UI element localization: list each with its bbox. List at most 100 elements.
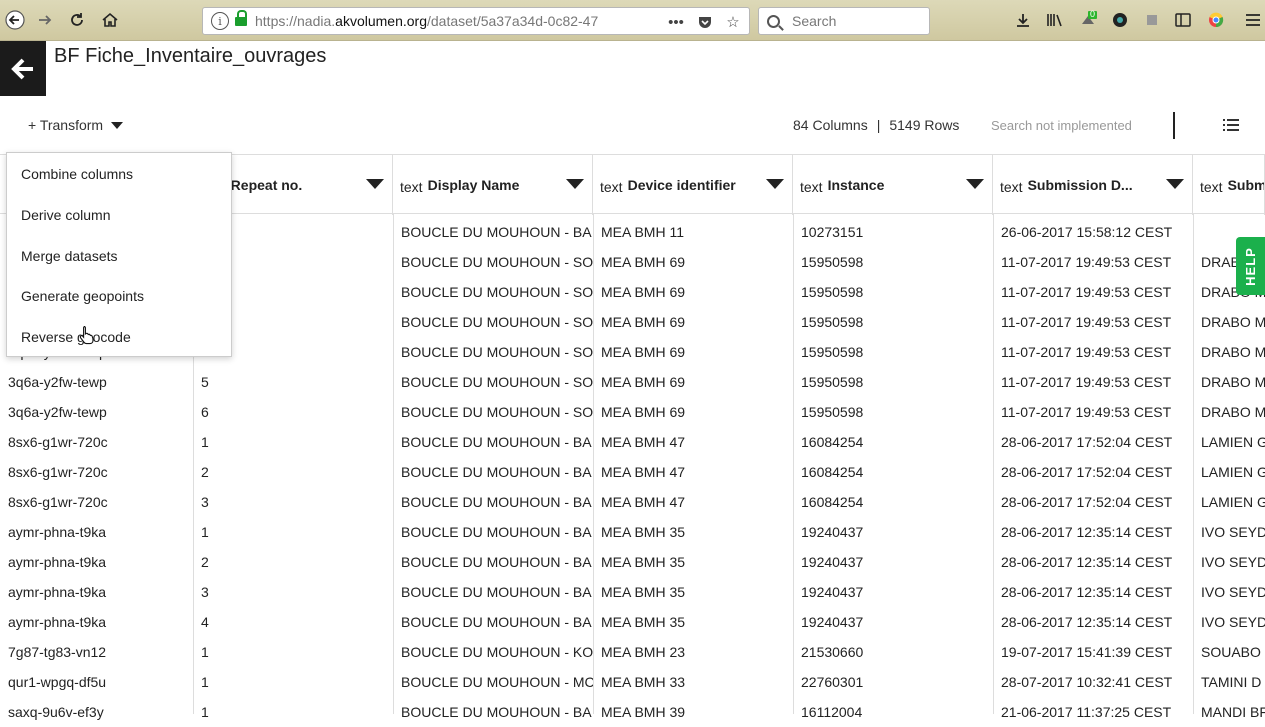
- column-header-instance[interactable]: text Instance: [793, 155, 993, 215]
- column-name: Submission D...: [1027, 177, 1133, 193]
- cell-tag: saxq-9u6v-ef3y: [8, 704, 104, 720]
- table-search-input[interactable]: Search not implemented: [991, 118, 1131, 133]
- cell-submitter: LAMIEN G: [1201, 464, 1265, 480]
- help-button[interactable]: HELP: [1236, 237, 1265, 295]
- column-menu-icon[interactable]: [366, 179, 384, 189]
- cell-repeat-no: 1: [201, 674, 209, 690]
- sidebar-icon[interactable]: [1173, 10, 1193, 30]
- forward-arrow-icon[interactable]: [32, 7, 58, 33]
- cell-device-identifier: MEA BMH 23: [601, 644, 686, 660]
- menu-item-combine-columns[interactable]: Combine columns: [21, 166, 133, 182]
- table-row: 8sx6-g1wr-720c 1 BOUCLE DU MOUHOUN - BA MEA…: [0, 427, 1265, 457]
- cell-display-name: BOUCLE DU MOUHOUN - SO: [401, 374, 593, 390]
- rows-count: 5149 Rows: [889, 117, 960, 133]
- arrow-left-icon: [11, 58, 33, 79]
- back-button[interactable]: [0, 41, 46, 96]
- cell-submitter: IVO SEYD: [1201, 524, 1265, 540]
- cell-instance: 16084254: [801, 434, 864, 450]
- cell-tag: 8sx6-g1wr-720c: [8, 494, 108, 510]
- address-bar[interactable]: i https://nadia.akvolumen.org/dataset/5a…: [202, 7, 750, 35]
- cell-display-name: BOUCLE DU MOUHOUN - BA: [401, 614, 592, 630]
- menu-item-merge-datasets[interactable]: Merge datasets: [21, 248, 118, 264]
- cell-submission-date: 28-06-2017 12:35:14 CEST: [1001, 614, 1173, 630]
- column-name: Display Name: [427, 177, 520, 193]
- reload-icon[interactable]: [64, 7, 90, 33]
- camera-extension-icon[interactable]: [1110, 10, 1130, 30]
- column-header-display-name[interactable]: text Display Name: [393, 155, 593, 215]
- column-menu-icon[interactable]: [766, 179, 784, 189]
- search-icon: [767, 14, 780, 28]
- cell-device-identifier: MEA BMH 35: [601, 614, 686, 630]
- cell-tag: aymr-phna-t9ka: [8, 614, 107, 630]
- list-view-icon[interactable]: [1223, 119, 1239, 132]
- column-menu-icon[interactable]: [566, 179, 584, 189]
- column-header-submission-date[interactable]: text Submission D...: [993, 155, 1193, 215]
- crop-extension-icon[interactable]: [1142, 10, 1162, 30]
- table-row: saxq-9u6v-ef3y 1 BOUCLE DU MOUHOUN - BA MEA…: [0, 697, 1265, 727]
- chrome-extension-icon[interactable]: [1206, 10, 1226, 30]
- cell-tag: aymr-phna-t9ka: [8, 554, 107, 570]
- bookmark-star-icon[interactable]: ☆: [722, 11, 744, 33]
- cell-device-identifier: MEA BMH 69: [601, 374, 686, 390]
- transform-menu: Combine columns Derive column Merge data…: [6, 152, 232, 357]
- transform-button[interactable]: + Transform: [28, 117, 124, 133]
- cell-instance: 19240437: [801, 614, 864, 630]
- cell-instance: 22760301: [801, 674, 864, 690]
- library-icon[interactable]: [1045, 10, 1065, 30]
- cell-submission-date: 19-07-2017 15:41:39 CEST: [1001, 644, 1173, 660]
- column-name: Subm: [1227, 177, 1264, 193]
- cell-device-identifier: MEA BMH 11: [601, 224, 684, 240]
- column-name: Instance: [827, 177, 885, 193]
- column-name: Device identifier: [627, 177, 736, 193]
- browser-search-input[interactable]: Search: [758, 7, 930, 35]
- cell-instance: 15950598: [801, 284, 864, 300]
- home-icon[interactable]: [97, 7, 123, 33]
- cell-display-name: BOUCLE DU MOUHOUN - BA: [401, 224, 592, 240]
- cell-instance: 19240437: [801, 524, 864, 540]
- pocket-icon[interactable]: [694, 11, 716, 33]
- cell-display-name: BOUCLE DU MOUHOUN - SO: [401, 284, 593, 300]
- column-menu-icon[interactable]: [966, 179, 984, 189]
- cell-submission-date: 11-07-2017 19:49:53 CEST: [1001, 344, 1172, 360]
- hand-cursor-icon: [79, 325, 94, 345]
- cell-submission-date: 11-07-2017 19:49:53 CEST: [1001, 404, 1172, 420]
- cell-instance: 16112004: [801, 704, 863, 720]
- menu-hamburger-icon[interactable]: [1243, 10, 1263, 30]
- menu-item-derive-column[interactable]: Derive column: [21, 207, 110, 223]
- cell-submission-date: 11-07-2017 19:49:53 CEST: [1001, 284, 1172, 300]
- cell-display-name: BOUCLE DU MOUHOUN - BA: [401, 524, 592, 540]
- extension-badge: 0: [1090, 9, 1096, 19]
- extension-icon[interactable]: 0: [1078, 9, 1098, 30]
- cell-tag: 3q6a-y2fw-tewp: [8, 404, 107, 420]
- menu-item-generate-geopoints[interactable]: Generate geopoints: [21, 288, 144, 304]
- cell-tag: qur1-wpgq-df5u: [8, 674, 107, 690]
- cell-device-identifier: MEA BMH 33: [601, 674, 686, 690]
- cell-submitter: LAMIEN G: [1201, 434, 1265, 450]
- table-row: aymr-phna-t9ka 4 BOUCLE DU MOUHOUN - BA MEA…: [0, 607, 1265, 637]
- cell-submitter: MANDI BF: [1201, 704, 1265, 720]
- cell-display-name: BOUCLE DU MOUHOUN - BA: [401, 584, 592, 600]
- cell-device-identifier: MEA BMH 69: [601, 284, 686, 300]
- column-menu-icon[interactable]: [1166, 179, 1184, 189]
- download-icon[interactable]: [1013, 10, 1033, 30]
- cell-display-name: BOUCLE DU MOUHOUN - BA: [401, 464, 592, 480]
- cell-tag: 8sx6-g1wr-720c: [8, 464, 108, 480]
- cell-device-identifier: MEA BMH 35: [601, 524, 686, 540]
- url-text[interactable]: https://nadia.akvolumen.org/dataset/5a37…: [255, 13, 647, 29]
- help-label: HELP: [1243, 246, 1259, 286]
- cell-device-identifier: MEA BMH 35: [601, 554, 686, 570]
- cell-repeat-no: 1: [201, 644, 209, 660]
- menu-item-reverse-geocode[interactable]: Reverse geocode: [21, 329, 131, 345]
- info-icon[interactable]: i: [211, 12, 229, 30]
- cell-display-name: BOUCLE DU MOUHOUN - SO: [401, 314, 593, 330]
- page-actions-icon[interactable]: •••: [665, 11, 687, 33]
- browser-toolbar: i https://nadia.akvolumen.org/dataset/5a…: [0, 0, 1265, 41]
- column-type: text: [800, 179, 823, 195]
- cell-display-name: BOUCLE DU MOUHOUN - SO: [401, 344, 593, 360]
- column-header-submitter[interactable]: text Subm: [1193, 155, 1265, 215]
- table-row: 8sx6-g1wr-720c 2 BOUCLE DU MOUHOUN - BA MEA…: [0, 457, 1265, 487]
- back-arrow-icon[interactable]: [2, 7, 28, 33]
- column-header-device-identifier[interactable]: text Device identifier: [593, 155, 793, 215]
- transform-label: + Transform: [28, 117, 104, 133]
- cell-display-name: BOUCLE DU MOUHOUN - MC: [401, 674, 593, 690]
